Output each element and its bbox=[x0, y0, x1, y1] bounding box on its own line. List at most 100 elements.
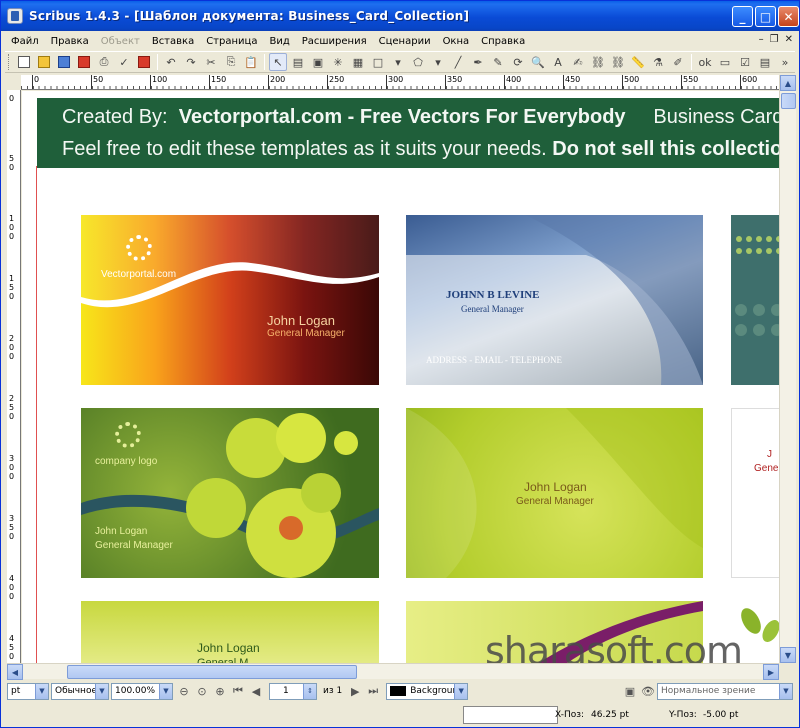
layer-select[interactable]: Background ▼ bbox=[386, 682, 469, 700]
scroll-down-icon[interactable]: ▼ bbox=[780, 647, 796, 663]
zoom-out-icon[interactable]: ⊖ bbox=[176, 683, 192, 699]
unit-select[interactable]: pt ▼ bbox=[7, 682, 49, 700]
zoom-icon[interactable]: 🔍 bbox=[529, 53, 547, 71]
menu-help[interactable]: Справка bbox=[475, 36, 531, 47]
last-page-icon[interactable]: ⏭ bbox=[365, 683, 381, 699]
eyedropper-icon[interactable]: ✐ bbox=[669, 53, 687, 71]
maximize-button[interactable]: □ bbox=[755, 6, 776, 27]
render-frame-icon[interactable]: ✳ bbox=[329, 53, 347, 71]
business-card-3[interactable] bbox=[731, 215, 779, 385]
pdf-button-icon[interactable]: ok bbox=[696, 53, 714, 71]
rotate-icon[interactable]: ⟳ bbox=[509, 53, 527, 71]
preview-quality-select[interactable]: Обычное ▼ bbox=[51, 682, 109, 700]
menu-page[interactable]: Страница bbox=[200, 36, 263, 47]
open-document-icon[interactable] bbox=[35, 53, 53, 71]
menu-view[interactable]: Вид bbox=[263, 36, 295, 47]
visual-appearance-select[interactable]: Нормальное зрение ▼ bbox=[657, 682, 793, 700]
line-icon[interactable]: ╱ bbox=[449, 53, 467, 71]
menu-scripts[interactable]: Сценарии bbox=[373, 36, 437, 47]
zoom-100-icon[interactable]: ⊙ bbox=[194, 683, 210, 699]
new-document-icon[interactable] bbox=[15, 53, 33, 71]
vertical-ruler[interactable]: 0 50 100 150 200 250 300 350 400 450 bbox=[7, 90, 21, 663]
business-card-4[interactable]: company logo John Logan General Manager bbox=[81, 408, 379, 578]
select-tool-icon[interactable]: ↖ bbox=[269, 53, 287, 71]
polygon-dropdown-icon[interactable]: ▾ bbox=[429, 53, 447, 71]
undo-icon[interactable]: ↶ bbox=[162, 53, 180, 71]
shape-dropdown-icon[interactable]: ▾ bbox=[389, 53, 407, 71]
copy-properties-icon[interactable]: ⚗ bbox=[649, 53, 667, 71]
link-frames-icon[interactable]: ⛓ bbox=[589, 53, 607, 71]
copy-icon[interactable]: ⎘ bbox=[222, 53, 240, 71]
title-bar[interactable]: Scribus 1.4.3 - [Шаблон документа: Busin… bbox=[1, 1, 799, 31]
preflight-icon[interactable]: ✓ bbox=[115, 53, 133, 71]
redo-icon[interactable]: ↷ bbox=[182, 53, 200, 71]
unlink-frames-icon[interactable]: ⛓ bbox=[609, 53, 627, 71]
toolbar-grip[interactable] bbox=[8, 54, 11, 70]
image-frame-icon[interactable]: ▣ bbox=[309, 53, 327, 71]
ruler-label: 0 bbox=[31, 75, 40, 89]
business-card-2[interactable]: JOHNN B LEVINE General Manager ADDRESS -… bbox=[406, 215, 703, 385]
vertical-scroll-thumb[interactable] bbox=[781, 93, 796, 109]
horizontal-scrollbar[interactable]: ◀ ▶ bbox=[7, 663, 779, 680]
scroll-right-icon[interactable]: ▶ bbox=[763, 664, 779, 680]
menu-file[interactable]: Файл bbox=[5, 36, 45, 47]
bezier-icon[interactable]: ✒ bbox=[469, 53, 487, 71]
menu-object[interactable]: Объект bbox=[95, 36, 146, 47]
menu-edit[interactable]: Правка bbox=[45, 36, 95, 47]
next-page-icon[interactable]: ▶ bbox=[347, 683, 363, 699]
edit-text-icon[interactable]: A bbox=[549, 53, 567, 71]
save-document-icon[interactable] bbox=[55, 53, 73, 71]
mdi-restore-icon[interactable]: ❐ bbox=[770, 34, 779, 45]
scroll-up-icon[interactable]: ▲ bbox=[780, 75, 796, 91]
horizontal-scroll-thumb[interactable] bbox=[67, 665, 357, 679]
ruler-label: 450 bbox=[8, 634, 15, 661]
minimize-button[interactable]: _ bbox=[732, 6, 753, 27]
business-card-6[interactable]: J Gene bbox=[731, 408, 779, 578]
business-card-1[interactable]: Vectorportal.com John Logan General Mana… bbox=[81, 215, 379, 385]
table-icon[interactable]: ▦ bbox=[349, 53, 367, 71]
banner-business-card: Business Card Fo bbox=[653, 106, 779, 128]
card-person-name: John Logan bbox=[267, 313, 335, 328]
header-banner[interactable]: Created By: Vectorportal.com - Free Vect… bbox=[37, 98, 779, 168]
previous-page-icon[interactable]: ◀ bbox=[248, 683, 264, 699]
card-person-name: JOHNN B LEVINE bbox=[446, 289, 540, 301]
measurements-icon[interactable]: 📏 bbox=[629, 53, 647, 71]
menu-windows[interactable]: Окна bbox=[437, 36, 476, 47]
text-frame-icon[interactable]: ▤ bbox=[289, 53, 307, 71]
mdi-close-icon[interactable]: ✕ bbox=[785, 34, 793, 45]
eye-icon[interactable]: 👁 bbox=[640, 683, 656, 699]
zoom-in-icon[interactable]: ⊕ bbox=[212, 683, 228, 699]
chevron-down-icon: ▼ bbox=[454, 683, 468, 699]
first-page-icon[interactable]: ⏮ bbox=[230, 683, 246, 699]
document-canvas[interactable]: Created By: Vectorportal.com - Free Vect… bbox=[22, 91, 779, 663]
toolbar-overflow-icon[interactable]: » bbox=[776, 53, 794, 71]
freehand-icon[interactable]: ✎ bbox=[489, 53, 507, 71]
zoom-select[interactable]: 100.00% ▼ bbox=[111, 682, 173, 700]
ruler-label: 400 bbox=[503, 75, 522, 89]
preview-mode-icon[interactable]: ▣ bbox=[622, 683, 638, 699]
menu-extras[interactable]: Расширения bbox=[296, 36, 373, 47]
close-document-icon[interactable] bbox=[75, 53, 93, 71]
menu-insert[interactable]: Вставка bbox=[146, 36, 200, 47]
ruler-corner[interactable] bbox=[7, 75, 21, 90]
edit-contents-icon[interactable]: ✍ bbox=[569, 53, 587, 71]
vertical-scrollbar[interactable]: ▲ ▼ bbox=[779, 75, 796, 663]
paste-icon[interactable]: 📋 bbox=[242, 53, 260, 71]
pdf-combobox-icon[interactable]: ▤ bbox=[756, 53, 774, 71]
toolbar-separator bbox=[264, 54, 265, 70]
page-number-input[interactable]: 1 ⇕ bbox=[269, 682, 317, 700]
export-pdf-icon[interactable] bbox=[135, 53, 153, 71]
horizontal-ruler[interactable]: 0 50 100 150 200 250 300 350 400 450 500… bbox=[21, 75, 779, 90]
scroll-left-icon[interactable]: ◀ bbox=[7, 664, 23, 680]
pdf-text-field-icon[interactable]: ▭ bbox=[716, 53, 734, 71]
print-icon[interactable]: ⎙ bbox=[95, 53, 113, 71]
business-card-5[interactable]: John Logan General Manager bbox=[406, 408, 703, 578]
pdf-checkbox-icon[interactable]: ☑ bbox=[736, 53, 754, 71]
cut-icon[interactable]: ✂ bbox=[202, 53, 220, 71]
business-card-7[interactable]: John Logan General M bbox=[81, 601, 379, 663]
card-contact-line: ADDRESS - EMAIL - TELEPHONE bbox=[426, 355, 562, 365]
polygon-icon[interactable]: ⬠ bbox=[409, 53, 427, 71]
shape-icon[interactable]: □ bbox=[369, 53, 387, 71]
mdi-minimize-icon[interactable]: – bbox=[759, 34, 764, 45]
close-button[interactable]: ✕ bbox=[778, 6, 799, 27]
